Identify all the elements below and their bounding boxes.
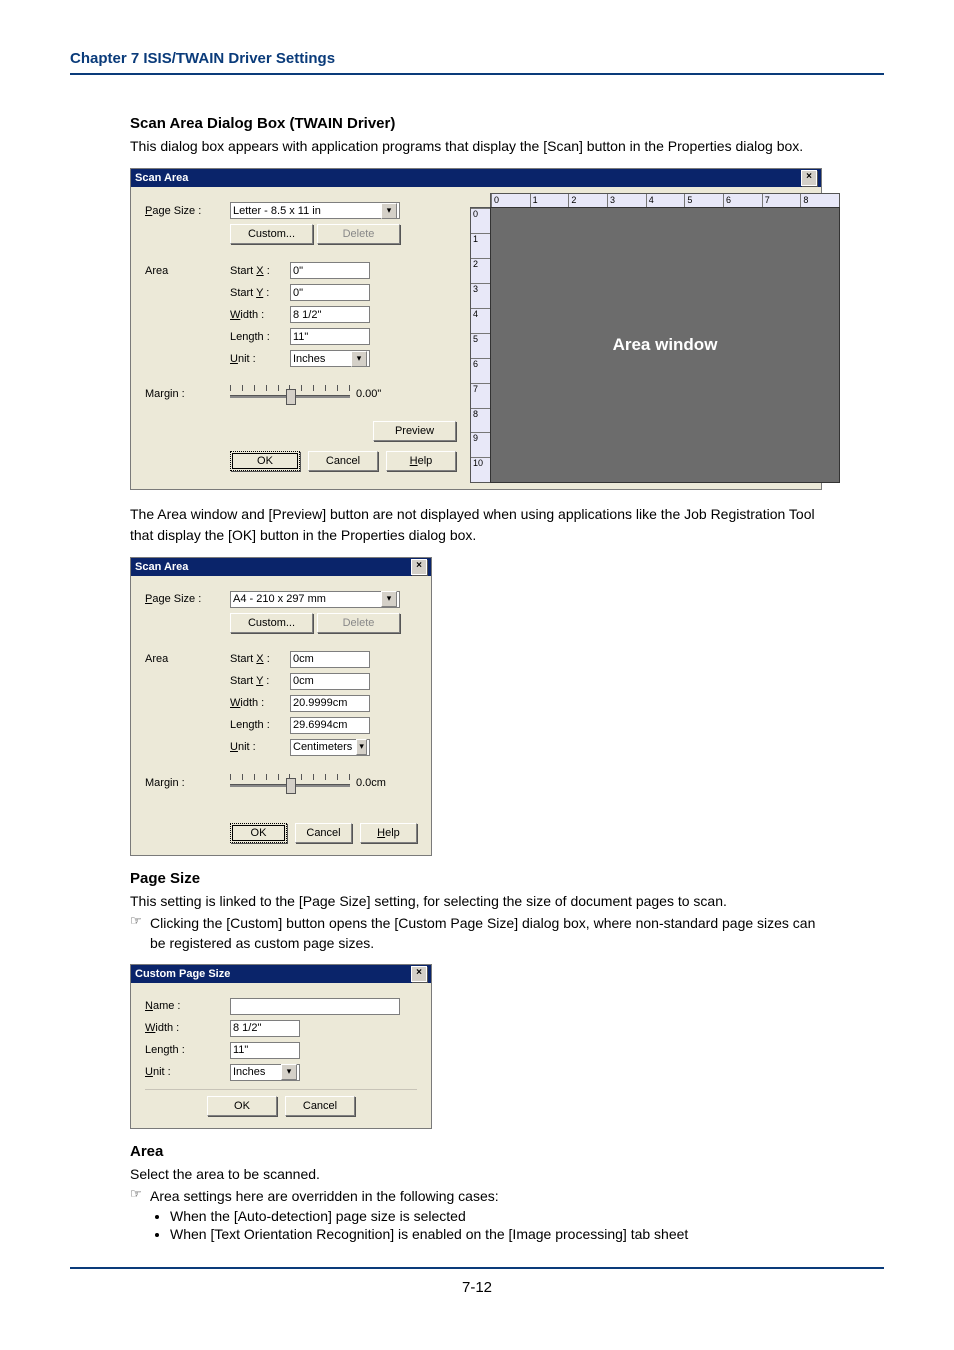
delete-button[interactable]: Delete (317, 224, 400, 244)
label-length: Length : (230, 331, 290, 343)
chevron-down-icon: ▾ (281, 1064, 297, 1080)
page-size-value: A4 - 210 x 297 mm (233, 593, 326, 605)
custom-button[interactable]: Custom... (230, 224, 313, 244)
chevron-down-icon: ▾ (381, 591, 397, 607)
dialog-custom-page-size: Custom Page Size × Name : Width : Length… (130, 964, 432, 1129)
help-button[interactable]: Help (360, 823, 417, 843)
help-button[interactable]: Help (386, 451, 456, 471)
section-area-desc: Select the area to be scanned. (130, 1164, 824, 1184)
delete-button[interactable]: Delete (317, 613, 400, 633)
dialog-title: Scan Area (135, 169, 188, 187)
dialog-titlebar: Scan Area × (131, 558, 431, 576)
width-input[interactable] (230, 1020, 300, 1037)
area-canvas[interactable]: Area window (490, 207, 840, 483)
label-starty: Start Y : (230, 287, 290, 299)
unit-value: Inches (233, 1066, 265, 1078)
custom-button[interactable]: Custom... (230, 613, 313, 633)
dialog-title: Scan Area (135, 558, 188, 576)
startx-input[interactable] (290, 651, 370, 668)
unit-select[interactable]: Centimeters ▾ (290, 739, 370, 756)
section-area-note: Area settings here are overridden in the… (150, 1186, 824, 1206)
unit-value: Inches (293, 353, 325, 365)
dialog-title: Custom Page Size (135, 965, 230, 983)
section-page-size-desc: This setting is linked to the [Page Size… (130, 891, 824, 911)
chevron-down-icon: ▾ (351, 351, 367, 367)
label-width: Width : (145, 1022, 230, 1034)
name-input[interactable] (230, 998, 400, 1015)
list-item: When [Text Orientation Recognition] is e… (170, 1226, 824, 1242)
chevron-down-icon: ▾ (381, 203, 397, 219)
page-size-value: Letter - 8.5 x 11 in (233, 205, 321, 217)
unit-select[interactable]: Inches ▾ (230, 1064, 300, 1081)
label-area-group: Area (145, 265, 230, 277)
width-input[interactable] (290, 306, 370, 323)
label-startx: Start X : (230, 265, 290, 277)
label-starty: Start Y : (230, 675, 290, 687)
section-area-title: Area (130, 1143, 824, 1160)
slider-thumb[interactable] (286, 778, 296, 794)
header-rule (70, 73, 884, 75)
chevron-down-icon: ▾ (356, 739, 367, 755)
ok-button[interactable]: OK (230, 823, 287, 843)
footer-rule (70, 1267, 884, 1269)
width-input[interactable] (290, 695, 370, 712)
length-input[interactable] (230, 1042, 300, 1059)
ok-button[interactable]: OK (230, 451, 300, 471)
length-input[interactable] (290, 328, 370, 345)
label-width: Width : (230, 309, 290, 321)
margin-slider[interactable] (230, 385, 350, 403)
area-window-label: Area window (605, 331, 726, 359)
ruler-vertical: 0 1 2 3 4 5 6 7 8 9 10 (470, 207, 492, 483)
label-area-group: Area (145, 653, 230, 665)
length-input[interactable] (290, 717, 370, 734)
label-unit: Unit : (230, 741, 290, 753)
ok-button[interactable]: OK (207, 1096, 277, 1116)
label-page-size: Page Size : (145, 205, 230, 217)
margin-value: 0.00" (356, 388, 381, 400)
label-name: Name : (145, 1000, 230, 1012)
list-item: When the [Auto-detection] page size is s… (170, 1208, 824, 1224)
margin-slider[interactable] (230, 774, 350, 792)
dialog-scan-area-1: Scan Area × Page Size : Letter - 8.5 x 1… (130, 168, 822, 490)
label-page-size: Page Size : (145, 593, 230, 605)
mid-text: The Area window and [Preview] button are… (130, 504, 824, 545)
starty-input[interactable] (290, 673, 370, 690)
slider-thumb[interactable] (286, 389, 296, 405)
unit-value: Centimeters (293, 741, 352, 753)
label-unit: Unit : (145, 1066, 230, 1078)
section-1-title: Scan Area Dialog Box (TWAIN Driver) (130, 115, 824, 132)
chapter-header: Chapter 7 ISIS/TWAIN Driver Settings (70, 50, 884, 71)
page-size-select[interactable]: A4 - 210 x 297 mm ▾ (230, 591, 400, 608)
label-margin: Margin : (145, 388, 230, 400)
cancel-button[interactable]: Cancel (295, 823, 352, 843)
cancel-button[interactable]: Cancel (285, 1096, 355, 1116)
area-preview: 0 1 2 3 4 5 6 7 8 0 1 (470, 193, 840, 483)
pointer-icon: ☞ (130, 913, 150, 929)
pointer-icon: ☞ (130, 1186, 150, 1202)
startx-input[interactable] (290, 262, 370, 279)
dialog-titlebar: Scan Area × (131, 169, 821, 187)
label-unit: Unit : (230, 353, 290, 365)
close-icon[interactable]: × (411, 966, 427, 982)
close-icon[interactable]: × (411, 559, 427, 575)
dialog-titlebar: Custom Page Size × (131, 965, 431, 983)
label-startx: Start X : (230, 653, 290, 665)
page-size-select[interactable]: Letter - 8.5 x 11 in ▾ (230, 202, 400, 219)
label-length: Length : (230, 719, 290, 731)
close-icon[interactable]: × (801, 170, 817, 186)
page-number: 7-12 (70, 1279, 884, 1296)
label-margin: Margin : (145, 777, 230, 789)
label-length: Length : (145, 1044, 230, 1056)
section-page-size-note: Clicking the [Custom] button opens the [… (150, 913, 824, 954)
starty-input[interactable] (290, 284, 370, 301)
preview-button[interactable]: Preview (373, 421, 456, 441)
cancel-button[interactable]: Cancel (308, 451, 378, 471)
section-page-size-title: Page Size (130, 870, 824, 887)
section-1-desc: This dialog box appears with application… (130, 136, 824, 156)
label-width: Width : (230, 697, 290, 709)
area-bullet-list: When the [Auto-detection] page size is s… (170, 1208, 824, 1242)
margin-value: 0.0cm (356, 777, 386, 789)
unit-select[interactable]: Inches ▾ (290, 350, 370, 367)
dialog-scan-area-2: Scan Area × Page Size : A4 - 210 x 297 m… (130, 557, 432, 856)
